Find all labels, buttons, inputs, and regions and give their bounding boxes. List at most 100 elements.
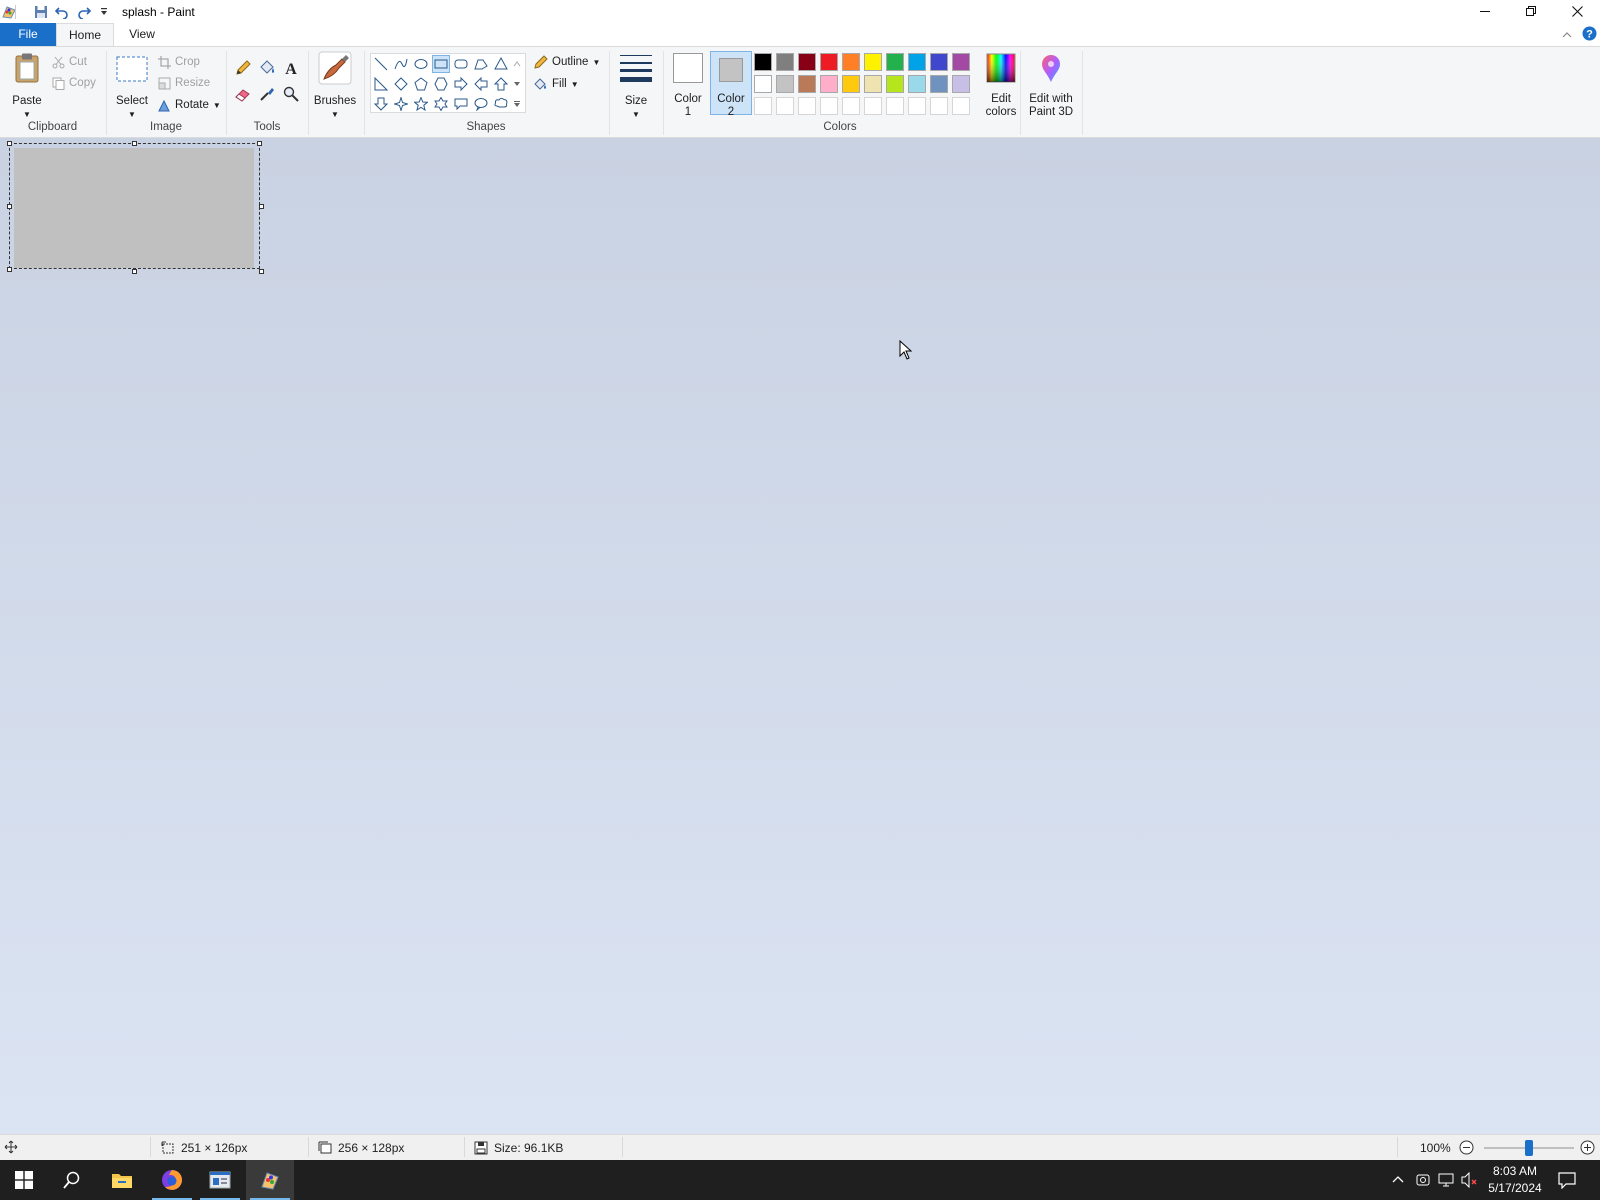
paint-taskbar-button[interactable] — [246, 1160, 294, 1200]
palette-swatch[interactable] — [842, 53, 860, 71]
minimize-button[interactable] — [1462, 0, 1508, 22]
scroll-up-icon[interactable] — [511, 55, 523, 73]
oval-shape-icon[interactable] — [412, 55, 430, 73]
selection-handle-top-right[interactable] — [257, 141, 262, 146]
clock-date[interactable]: 5/17/2024 — [1484, 1181, 1546, 1195]
right-arrow-shape-icon[interactable] — [452, 75, 470, 93]
fill-button[interactable]: Fill ▼ — [533, 74, 579, 94]
edit-colors-button[interactable]: Edit colors — [976, 51, 1026, 118]
canvas-resize-handle-bottom[interactable] — [132, 269, 137, 274]
palette-swatch[interactable] — [754, 53, 772, 71]
copy-button[interactable]: Copy — [52, 73, 96, 93]
rounded-rectangle-shape-icon[interactable] — [452, 55, 470, 73]
tab-view[interactable]: View — [118, 23, 166, 46]
palette-swatch[interactable] — [798, 75, 816, 93]
expand-gallery-icon[interactable] — [511, 95, 523, 113]
oval-callout-shape-icon[interactable] — [472, 95, 490, 113]
resize-button[interactable]: Resize — [158, 73, 210, 93]
size-button[interactable]: Size ▼ — [615, 51, 657, 119]
up-arrow-shape-icon[interactable] — [492, 75, 510, 93]
clock-time[interactable]: 8:03 AM — [1484, 1164, 1546, 1178]
terminal-taskbar-button[interactable] — [196, 1160, 244, 1200]
tab-home[interactable]: Home — [56, 23, 114, 46]
zoom-slider-thumb[interactable] — [1525, 1140, 1533, 1156]
palette-swatch[interactable] — [820, 75, 838, 93]
start-button[interactable] — [0, 1160, 48, 1200]
pencil-icon[interactable] — [234, 59, 252, 80]
rectangle-shape-icon[interactable] — [432, 55, 450, 73]
selection-handle-top-left[interactable] — [7, 141, 12, 146]
palette-swatch[interactable] — [754, 75, 772, 93]
line-shape-icon[interactable] — [372, 55, 390, 73]
search-button[interactable] — [48, 1160, 96, 1200]
edit-with-paint-3d-button[interactable]: Edit with Paint 3D — [1024, 51, 1078, 118]
custom-color-slot[interactable] — [908, 97, 926, 115]
restore-button[interactable] — [1508, 0, 1554, 22]
custom-color-slot[interactable] — [820, 97, 838, 115]
camera-icon[interactable] — [1416, 1172, 1430, 1191]
six-point-star-shape-icon[interactable] — [432, 95, 450, 113]
magnifier-icon[interactable] — [282, 85, 300, 106]
crop-button[interactable]: Crop — [158, 52, 200, 72]
custom-color-slot[interactable] — [886, 97, 904, 115]
palette-swatch[interactable] — [776, 75, 794, 93]
file-explorer-taskbar-button[interactable] — [98, 1160, 146, 1200]
palette-swatch[interactable] — [820, 53, 838, 71]
select-button[interactable]: Select ▼ — [112, 53, 152, 119]
selection-rectangle[interactable] — [9, 143, 260, 269]
custom-color-slot[interactable] — [798, 97, 816, 115]
volume-muted-icon[interactable] — [1461, 1171, 1479, 1191]
color-1-button[interactable]: Color 1 — [668, 51, 708, 118]
hexagon-shape-icon[interactable] — [432, 75, 450, 93]
right-triangle-shape-icon[interactable] — [372, 75, 390, 93]
redo-icon[interactable] — [75, 3, 93, 21]
palette-swatch[interactable] — [798, 53, 816, 71]
selection-handle-bottom-left[interactable] — [7, 267, 12, 272]
palette-swatch[interactable] — [952, 75, 970, 93]
firefox-taskbar-button[interactable] — [148, 1160, 196, 1200]
pentagon-shape-icon[interactable] — [412, 75, 430, 93]
custom-color-slot[interactable] — [842, 97, 860, 115]
custom-color-slot[interactable] — [864, 97, 882, 115]
custom-color-slot[interactable] — [930, 97, 948, 115]
zoom-out-icon[interactable] — [1459, 1140, 1474, 1158]
brushes-button[interactable]: Brushes ▼ — [312, 51, 358, 119]
canvas-workspace[interactable] — [0, 138, 1600, 1134]
custom-color-slot[interactable] — [776, 97, 794, 115]
notifications-icon[interactable] — [1558, 1171, 1576, 1192]
minimize-ribbon-icon[interactable] — [1562, 28, 1572, 42]
four-point-star-shape-icon[interactable] — [392, 95, 410, 113]
paste-button[interactable]: Paste ▼ — [8, 53, 46, 119]
cut-button[interactable]: Cut — [52, 52, 87, 72]
rectangular-callout-shape-icon[interactable] — [452, 95, 470, 113]
palette-swatch[interactable] — [776, 53, 794, 71]
palette-swatch[interactable] — [952, 53, 970, 71]
tab-file[interactable]: File — [0, 23, 56, 46]
custom-color-slot[interactable] — [754, 97, 772, 115]
left-arrow-shape-icon[interactable] — [472, 75, 490, 93]
close-button[interactable] — [1554, 0, 1600, 22]
triangle-shape-icon[interactable] — [492, 55, 510, 73]
custom-color-slot[interactable] — [952, 97, 970, 115]
five-point-star-shape-icon[interactable] — [412, 95, 430, 113]
show-hidden-icons-icon[interactable] — [1392, 1173, 1404, 1187]
palette-swatch[interactable] — [908, 75, 926, 93]
cloud-callout-shape-icon[interactable] — [492, 95, 510, 113]
zoom-in-icon[interactable] — [1580, 1140, 1595, 1158]
save-icon[interactable] — [32, 3, 50, 21]
color-picker-icon[interactable] — [258, 85, 276, 106]
palette-swatch[interactable] — [886, 75, 904, 93]
help-icon[interactable]: ? — [1582, 26, 1597, 44]
palette-swatch[interactable] — [930, 75, 948, 93]
selection-handle-top[interactable] — [132, 141, 137, 146]
polygon-shape-icon[interactable] — [472, 55, 490, 73]
text-tool-icon[interactable]: A — [282, 59, 300, 80]
selection-handle-left[interactable] — [7, 204, 12, 209]
canvas-resize-handle-corner[interactable] — [259, 269, 264, 274]
palette-swatch[interactable] — [864, 75, 882, 93]
fill-bucket-icon[interactable] — [258, 59, 276, 80]
network-icon[interactable] — [1438, 1172, 1454, 1191]
down-arrow-shape-icon[interactable] — [372, 95, 390, 113]
palette-swatch[interactable] — [842, 75, 860, 93]
canvas-resize-handle-right[interactable] — [259, 204, 264, 209]
